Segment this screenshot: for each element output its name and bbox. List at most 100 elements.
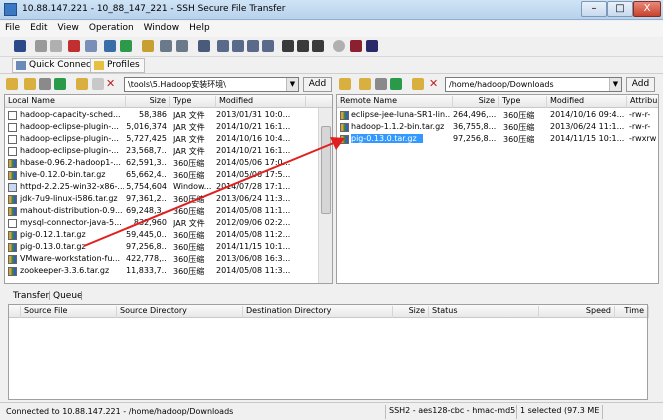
main-toolbar [0, 37, 663, 57]
transfer-icon[interactable] [120, 40, 132, 52]
local-path-combo[interactable]: \tools\5.Hadoop安装环境\ ▼ [124, 77, 299, 92]
transfer-tabs: Transfer | Queue | [0, 290, 663, 304]
save-icon[interactable] [14, 40, 26, 52]
menu-operation[interactable]: Operation [84, 21, 139, 33]
remote-path-combo[interactable]: /home/hadoop/Downloads ▼ [445, 77, 622, 92]
col-local-type[interactable]: Type [170, 96, 216, 108]
ascii-mode-icon[interactable] [282, 40, 294, 52]
view-icon[interactable] [198, 40, 210, 52]
local-file-row[interactable]: mahout-distribution-0.9... 69,248,3... 360… [5, 205, 332, 217]
refresh-icon[interactable] [54, 78, 66, 90]
col-source-directory[interactable]: Source Directory [117, 306, 243, 318]
local-file-modified: 2014/05/06 17:0... [216, 158, 291, 167]
home-folder-icon[interactable] [24, 78, 36, 90]
copy-icon[interactable] [68, 40, 80, 52]
col-speed[interactable]: Speed [539, 306, 615, 318]
print-icon[interactable] [35, 40, 47, 52]
help-icon[interactable] [366, 40, 378, 52]
local-file-row[interactable]: hadoop-capacity-sched... 58,386 JAR 文件 2013… [5, 109, 332, 121]
local-file-row[interactable]: hadoop-eclipse-plugin-... 5,727,425 JAR 文件… [5, 133, 332, 145]
local-file-size: 5,727,425 [126, 134, 167, 143]
cut-icon[interactable] [50, 40, 62, 52]
local-file-row[interactable]: mysql-connector-java-5... 832,960 JAR 文件 20… [5, 217, 332, 229]
local-file-row[interactable]: jdk-7u9-linux-i586.tar.gz 97,361,2... 360压… [5, 193, 332, 205]
paste-icon[interactable] [85, 40, 97, 52]
quick-connect-button[interactable]: Quick Connect [12, 58, 100, 73]
remote-new-folder-icon[interactable] [412, 78, 424, 90]
remote-delete-icon[interactable]: ✕ [429, 78, 441, 90]
col-remote-type[interactable]: Type [499, 96, 547, 108]
transfer-list[interactable]: Source File Source Directory Destination… [8, 304, 649, 400]
remote-refresh-icon[interactable] [390, 78, 402, 90]
remote-file-row[interactable]: hadoop-1.1.2-bin.tar.gz 36,755,8... 360压缩 2… [337, 121, 658, 133]
binary-mode-icon[interactable] [297, 40, 309, 52]
local-file-row[interactable]: pig-0.13.0.tar.gz 97,256,8... 360压缩 2014/11… [5, 241, 332, 253]
small-icons-icon[interactable] [232, 40, 244, 52]
desktop-icon[interactable] [39, 78, 51, 90]
archive-file-icon [8, 231, 17, 240]
download-icon[interactable] [176, 40, 188, 52]
col-status[interactable]: Status [429, 306, 539, 318]
search-icon[interactable] [104, 40, 116, 52]
local-file-row[interactable]: hadoop-eclipse-plugin-... 23,568,7... JAR … [5, 145, 332, 157]
col-remote-modified[interactable]: Modified [547, 96, 627, 108]
col-local-size[interactable]: Size [126, 96, 170, 108]
col-size[interactable]: Size [393, 306, 429, 318]
local-file-row[interactable]: hive-0.12.0-bin.tar.gz 65,662,4... 360压缩 20… [5, 169, 332, 181]
list-icon[interactable] [247, 40, 259, 52]
profiles-button[interactable]: Profiles [90, 58, 145, 73]
local-file-list[interactable]: Local Name Size Type Modified hadoop-cap… [4, 94, 333, 284]
settings-icon[interactable] [350, 40, 362, 52]
local-file-type: 360压缩 [173, 171, 205, 180]
remote-file-list[interactable]: Remote Name Size Type Modified Attribu e… [336, 94, 659, 284]
col-local-name[interactable]: Local Name [5, 96, 126, 108]
stop-icon[interactable] [333, 40, 345, 52]
col-time[interactable]: Time [615, 306, 649, 318]
local-file-row[interactable]: VMware-workstation-fu... 422,778,... 360压缩… [5, 253, 332, 265]
local-scrollbar[interactable] [318, 108, 332, 283]
remote-desktop-icon[interactable] [375, 78, 387, 90]
col-destination-directory[interactable]: Destination Directory [243, 306, 393, 318]
local-scroll-thumb[interactable] [321, 126, 331, 214]
menu-help[interactable]: Help [184, 21, 215, 33]
col-source-file[interactable]: Source File [21, 306, 117, 318]
local-file-row[interactable]: hbase-0.96.2-hadoop1-... 62,591,3... 360压缩… [5, 157, 332, 169]
local-file-row[interactable]: zookeeper-3.3.6.tar.gz 11,833,7... 360压缩 20… [5, 265, 332, 277]
remote-add-button[interactable]: Add [626, 77, 655, 92]
remote-folder-up-icon[interactable] [339, 78, 351, 90]
menu-edit[interactable]: Edit [25, 21, 52, 33]
tab-queue[interactable]: Queue [53, 291, 83, 301]
folder-up-icon[interactable] [6, 78, 18, 90]
local-file-row[interactable]: hadoop-eclipse-plugin-... 5,016,374 JAR 文件… [5, 121, 332, 133]
col-status-icon [9, 306, 21, 318]
menu-view[interactable]: View [53, 21, 84, 33]
local-file-size: 62,591,3... [126, 158, 167, 167]
details-icon[interactable] [262, 40, 274, 52]
minimize-button[interactable]: – [581, 1, 607, 17]
col-local-modified[interactable]: Modified [216, 96, 306, 108]
menu-file[interactable]: File [0, 21, 25, 33]
key-icon[interactable] [142, 40, 154, 52]
col-remote-size[interactable]: Size [453, 96, 499, 108]
rename-icon[interactable] [92, 78, 104, 90]
chevron-down-icon[interactable]: ▼ [286, 78, 298, 91]
tab-transfer[interactable]: Transfer [13, 291, 49, 301]
local-file-row[interactable]: pig-0.12.1.tar.gz 59,445,0... 360压缩 2014/05… [5, 229, 332, 241]
upload-icon[interactable] [160, 40, 172, 52]
remote-chevron-down-icon[interactable]: ▼ [609, 78, 621, 91]
new-folder-icon[interactable] [76, 78, 88, 90]
remote-file-row[interactable]: pig-0.13.0.tar.gz 97,256,8... 360压缩 2014/11… [337, 133, 658, 145]
large-icons-icon[interactable] [217, 40, 229, 52]
col-remote-name[interactable]: Remote Name [337, 96, 453, 108]
local-file-row[interactable]: httpd-2.2.25-win32-x86-... 5,754,604 Windo… [5, 181, 332, 193]
remote-home-folder-icon[interactable] [359, 78, 371, 90]
delete-icon[interactable]: ✕ [106, 78, 118, 90]
close-button[interactable]: X [633, 1, 661, 17]
col-remote-attributes[interactable]: Attribu [627, 96, 658, 108]
auto-mode-icon[interactable] [312, 40, 324, 52]
maximize-button[interactable]: □ [607, 1, 633, 17]
local-add-button[interactable]: Add [303, 77, 332, 92]
tab-divider: | [48, 291, 52, 301]
menu-window[interactable]: Window [139, 21, 185, 33]
remote-file-row[interactable]: eclipse-jee-luna-SR1-lin... 264,496,... 36… [337, 109, 658, 121]
